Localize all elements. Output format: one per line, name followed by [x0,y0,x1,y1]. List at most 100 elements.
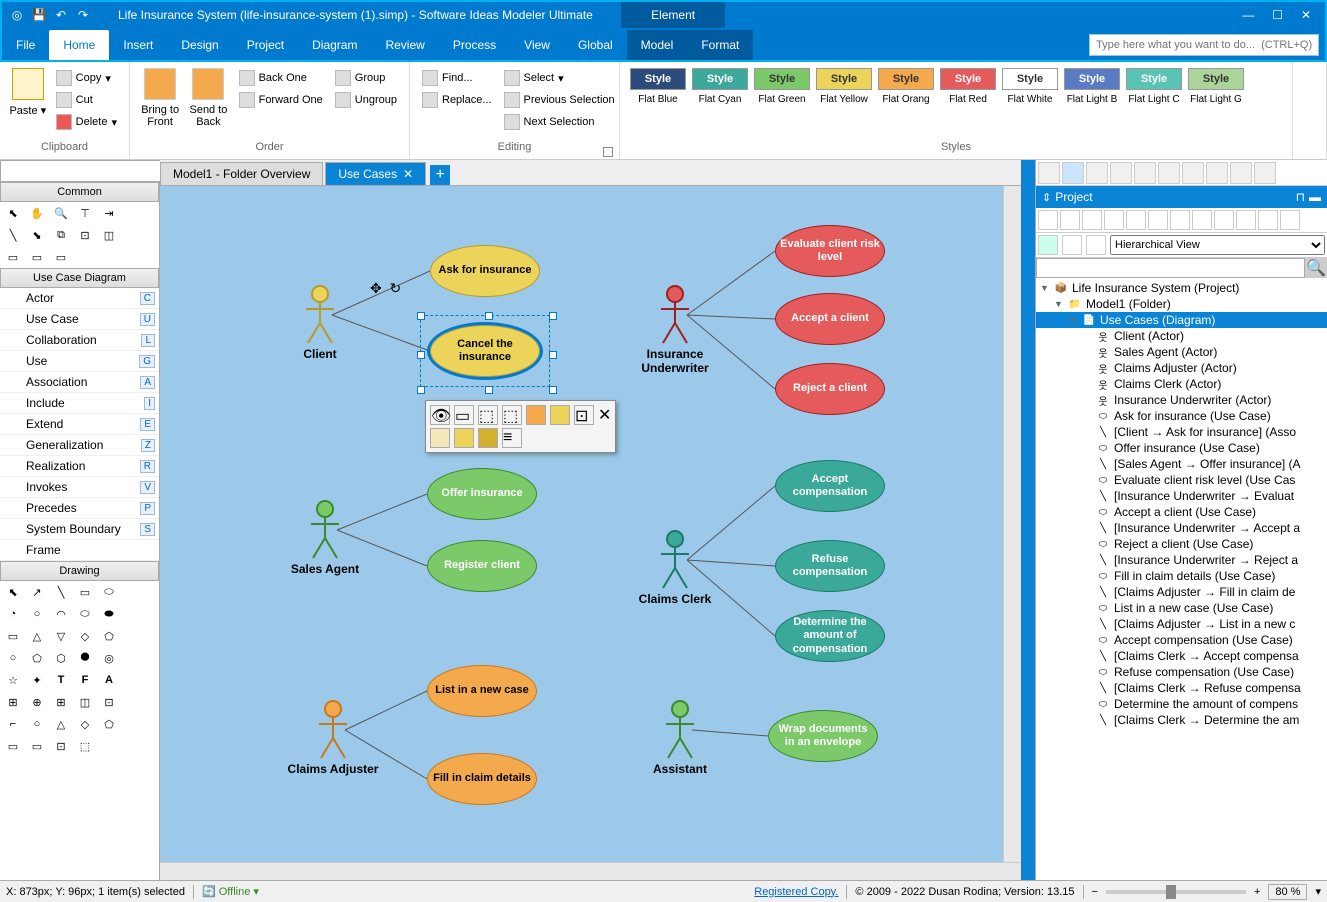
usecase-reject-a-client[interactable]: Reject a client [775,363,885,415]
menu-project[interactable]: Project [233,30,298,60]
close-tab-icon[interactable]: ✕ [403,167,413,181]
tool-association[interactable]: AssociationA [0,372,159,393]
tree-node[interactable]: ⬭Accept compensation (Use Case) [1036,632,1327,648]
style-flat-white[interactable]: StyleFlat White [1002,68,1058,105]
tab-use-cases[interactable]: Use Cases✕ [325,162,426,185]
tree-node[interactable]: ▼📁Model1 (Folder) [1036,296,1327,312]
minimize-icon[interactable]: — [1242,8,1254,22]
tool-precedes[interactable]: PrecedesP [0,498,159,519]
tree-node[interactable]: ╲[Claims Adjuster → List in a new c [1036,616,1327,632]
search-input[interactable] [1089,34,1319,56]
tool-11[interactable]: ▭ [2,248,24,266]
style-flat-yellow[interactable]: StyleFlat Yellow [816,68,872,105]
zoom-dropdown-icon[interactable]: ▾ [1315,885,1321,898]
actor-assistant[interactable]: Assistant [660,700,700,760]
tree-node[interactable]: ╲[Claims Adjuster → Fill in claim de [1036,584,1327,600]
refresh-icon[interactable] [1038,235,1058,255]
add-icon[interactable] [1062,235,1082,255]
zoom-value[interactable]: 80 % [1268,884,1307,900]
search-icon[interactable]: 🔍 [1305,258,1327,278]
rt-10[interactable] [1254,162,1276,184]
tool-10[interactable]: ◫ [98,226,120,244]
add-tab-button[interactable]: + [430,165,450,185]
project-tree[interactable]: ▼📦Life Insurance System (Project)▼📁Model… [1036,278,1327,880]
drawing-header[interactable]: Drawing [0,561,159,581]
tree-node[interactable]: ╲[Insurance Underwriter → Evaluat [1036,488,1327,504]
prev-sel-button[interactable]: Previous Selection [500,90,619,110]
back-one-button[interactable]: Back One [235,68,327,88]
menu-home[interactable]: Home [49,30,109,60]
common-header[interactable]: Common [0,182,159,202]
usecase-wrap-documents-in-an-envelope[interactable]: Wrap documents in an envelope [768,710,878,762]
tool-system-boundary[interactable]: System BoundaryS [0,519,159,540]
rt-3[interactable] [1086,162,1108,184]
usecase-cancel-the-insurance[interactable]: Cancel the insurance [430,325,540,377]
tree-node[interactable]: ⬭Accept a client (Use Case) [1036,504,1327,520]
delete-button[interactable]: Delete ▾ [52,112,121,132]
tool-realization[interactable]: RealizationR [0,456,159,477]
view-mode-select[interactable]: Hierarchical View [1110,235,1325,255]
menu-global[interactable]: Global [564,30,627,60]
ungroup-button[interactable]: Ungroup [331,90,401,110]
tree-node[interactable]: ╲[Claims Clerk → Refuse compensa [1036,680,1327,696]
usecase-ask-for-insurance[interactable]: Ask for insurance [430,245,540,297]
find-button[interactable]: Find... [418,68,496,88]
tool-9[interactable]: ⊡ [74,226,96,244]
actor-client[interactable]: Client [300,285,340,345]
tool-frame[interactable]: Frame [0,540,159,561]
usecase-refuse-compensation[interactable]: Refuse compensation [775,540,885,592]
ctx-close-icon[interactable]: ✕ [598,405,611,425]
menu-diagram[interactable]: Diagram [298,30,371,60]
close-icon[interactable]: ✕ [1301,8,1311,22]
tree-node[interactable]: 웃Sales Agent (Actor) [1036,344,1327,360]
rt-4[interactable] [1110,162,1132,184]
menu-review[interactable]: Review [371,30,438,60]
ctx-eye-icon[interactable]: 👁 [430,405,450,425]
tree-node[interactable]: 웃Claims Clerk (Actor) [1036,376,1327,392]
registered-link[interactable]: Registered Copy. [754,886,838,898]
ctx-6[interactable] [550,405,570,425]
horizontal-scrollbar[interactable] [160,862,1021,880]
undo-icon[interactable]: ↶ [52,6,70,24]
tree-node[interactable]: ╲[Claims Clerk → Accept compensa [1036,648,1327,664]
rt-9[interactable] [1230,162,1252,184]
usecase-header[interactable]: Use Case Diagram [0,268,159,288]
usecase-register-client[interactable]: Register client [427,540,537,592]
more-icon[interactable]: ≡ [502,428,522,448]
maximize-icon[interactable]: ☐ [1272,8,1283,22]
ctx-5[interactable] [526,405,546,425]
hand-tool[interactable]: ✋ [26,204,48,222]
forward-one-button[interactable]: Forward One [235,90,327,110]
style-next-icon[interactable] [1301,84,1319,98]
ctx-7[interactable]: ⊡ [574,405,594,425]
tool-collaboration[interactable]: CollaborationL [0,330,159,351]
tool-actor[interactable]: ActorC [0,288,159,309]
actor-insurance-underwriter[interactable]: InsuranceUnderwriter [655,285,695,345]
menu-process[interactable]: Process [439,30,510,60]
menu-model[interactable]: Model [627,30,688,60]
vertical-scrollbar[interactable] [1003,186,1021,862]
tool-invokes[interactable]: InvokesV [0,477,159,498]
redo-icon[interactable]: ↷ [74,6,92,24]
menu-insert[interactable]: Insert [109,30,167,60]
tool-extend[interactable]: ExtendE [0,414,159,435]
panel-close-icon[interactable]: ▬ [1309,190,1321,204]
rt-8[interactable] [1206,162,1228,184]
diagram-canvas[interactable]: Client InsuranceUnderwriter Sales Agent Cla… [160,186,1003,862]
usecase-accept-compensation[interactable]: Accept compensation [775,460,885,512]
project-header[interactable]: ⇕Project⊓▬ [1036,186,1327,208]
tree-node[interactable]: ▼📦Life Insurance System (Project) [1036,280,1327,296]
rt-6[interactable] [1158,162,1180,184]
tool-12[interactable]: ▭ [26,248,48,266]
actor-claims-adjuster[interactable]: Claims Adjuster [313,700,353,760]
style-flat-green[interactable]: StyleFlat Green [754,68,810,105]
tree-node[interactable]: ⬭Determine the amount of compens [1036,696,1327,712]
tool-13[interactable]: ▭ [50,248,72,266]
ctx-2[interactable]: ▭ [454,405,474,425]
move-rotate-icons[interactable]: ✥ ↻ [370,280,401,297]
style-flat-light-c[interactable]: StyleFlat Light C [1126,68,1182,105]
tree-node[interactable]: ⬭Reject a client (Use Case) [1036,536,1327,552]
rt-1[interactable] [1038,162,1060,184]
style-flat-cyan[interactable]: StyleFlat Cyan [692,68,748,105]
actor-sales-agent[interactable]: Sales Agent [305,500,345,560]
